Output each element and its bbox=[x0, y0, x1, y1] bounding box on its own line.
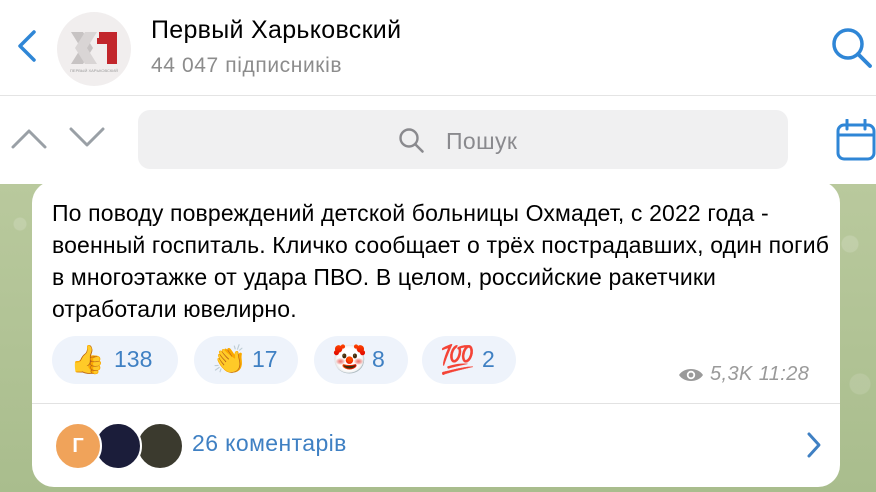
reaction-clap[interactable]: 👏 17 bbox=[194, 336, 298, 384]
hundred-points-icon: 💯 bbox=[440, 344, 475, 375]
reaction-thumbs-up[interactable]: 👍 138 bbox=[52, 336, 178, 384]
reaction-count: 17 bbox=[252, 346, 278, 372]
comments-link[interactable]: 26 коментарів bbox=[192, 430, 347, 457]
reaction-clown[interactable]: 🤡 8 bbox=[314, 336, 408, 384]
eye-icon bbox=[679, 369, 703, 381]
reaction-count: 2 bbox=[482, 346, 495, 372]
comments-divider bbox=[32, 403, 840, 404]
search-icon[interactable] bbox=[830, 26, 874, 70]
calendar-icon[interactable] bbox=[836, 119, 876, 161]
down-arrow-icon[interactable] bbox=[68, 125, 106, 151]
chevron-right-icon[interactable] bbox=[806, 431, 822, 459]
clown-face-icon: 🤡 bbox=[332, 344, 367, 375]
commenter-avatar bbox=[136, 422, 184, 470]
channel-title[interactable]: Первый Харьковский bbox=[151, 16, 401, 45]
reaction-count: 8 bbox=[372, 346, 385, 372]
search-placeholder: Пошук bbox=[446, 128, 518, 154]
commenter-avatars: Г bbox=[54, 422, 184, 470]
up-arrow-icon[interactable] bbox=[10, 125, 48, 151]
logo-caption: ПЕРВЫЙ ХАРЬКОВСКИЙ bbox=[70, 68, 118, 73]
channel-logo-icon: ПЕРВЫЙ ХАРЬКОВСКИЙ bbox=[70, 32, 118, 73]
reaction-count: 138 bbox=[114, 346, 153, 372]
message-text: По поводу повреждений детской больницы О… bbox=[52, 200, 830, 322]
clapping-hands-icon: 👏 bbox=[212, 344, 247, 375]
message-meta: 5,3K 11:28 bbox=[710, 363, 809, 386]
search-field-icon bbox=[399, 128, 424, 153]
commenter-avatar: Г bbox=[54, 422, 102, 470]
thumbs-up-icon: 👍 bbox=[70, 344, 105, 375]
channel-avatar[interactable]: ПЕРВЫЙ ХАРЬКОВСКИЙ bbox=[57, 12, 131, 86]
view-count: 5,3K bbox=[710, 363, 753, 385]
reaction-hundred[interactable]: 💯 2 bbox=[422, 336, 516, 384]
message-time: 11:28 bbox=[758, 363, 810, 385]
back-chevron-icon[interactable] bbox=[14, 28, 42, 64]
chat-header bbox=[0, 0, 876, 96]
subscriber-count: 44 047 підписників bbox=[151, 54, 343, 77]
